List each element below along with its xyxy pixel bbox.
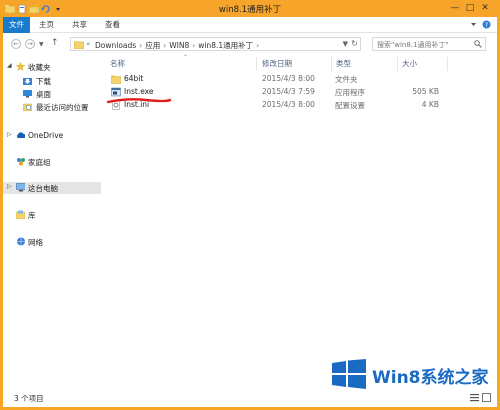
nav-downloads-label: 下载 [36, 77, 51, 86]
download-folder-icon [23, 78, 32, 85]
breadcrumb-downloads[interactable]: Downloads [95, 41, 136, 50]
file-size: 4 KB [421, 100, 439, 109]
navigation-bar: ← → ▼ ↑ « Downloads › 应用 › WIN8 › win8.1通用补丁 › … [3, 33, 497, 55]
tab-share[interactable]: 共享 [72, 17, 87, 33]
breadcrumb-current[interactable]: win8.1通用补丁 [198, 41, 253, 50]
computer-icon [16, 183, 25, 192]
library-icon [16, 210, 25, 219]
expand-icon[interactable]: ▷ [7, 131, 12, 138]
recent-locations-icon[interactable]: ▼ [39, 41, 44, 48]
file-type: 文件夹 [335, 75, 358, 84]
address-folder-icon [74, 41, 84, 49]
breadcrumb-separator-icon[interactable]: › [163, 41, 166, 50]
file-date: 2015/4/3 8:00 [262, 100, 315, 109]
nav-onedrive-label: OneDrive [28, 131, 64, 140]
nav-homegroup-label: 家庭组 [28, 158, 51, 167]
watermark: Win8系统之家 [330, 355, 500, 395]
ribbon-right-controls: ? [469, 20, 491, 29]
search-placeholder: 搜索"win8.1通用补丁" [377, 41, 449, 49]
desktop-icon [23, 90, 32, 98]
help-icon[interactable]: ? [482, 20, 491, 29]
windows-logo-icon [332, 359, 366, 389]
column-divider[interactable] [256, 57, 257, 71]
nav-homegroup[interactable]: 家庭组 [3, 156, 101, 168]
nav-onedrive[interactable]: ▷ OneDrive [3, 130, 101, 142]
nav-libraries[interactable]: 库 [3, 209, 101, 221]
search-icon[interactable] [474, 40, 482, 48]
breadcrumb-overflow-icon[interactable]: « [86, 40, 90, 48]
window-controls: — □ ✕ [449, 2, 491, 14]
file-date: 2015/4/3 7:59 [262, 87, 315, 96]
nav-this-pc-label: 这台电脑 [28, 184, 58, 193]
nav-downloads[interactable]: 下载 [3, 75, 101, 87]
breadcrumb-separator-icon[interactable]: › [256, 41, 259, 50]
column-header-name[interactable]: 名称 [110, 58, 125, 70]
file-date: 2015/4/3 8:00 [262, 74, 315, 83]
file-type: 应用程序 [335, 88, 365, 97]
nav-recent-places[interactable]: 最近访问的位置 [3, 101, 101, 113]
maximize-button[interactable]: □ [464, 2, 476, 14]
column-divider[interactable] [331, 57, 332, 71]
expand-icon[interactable]: ▷ [7, 183, 12, 190]
column-header-size[interactable]: 大小 [402, 58, 417, 70]
ribbon-tabs: 文件 主页 共享 查看 ? [3, 17, 497, 33]
file-type: 配置设置 [335, 101, 365, 110]
minimize-button[interactable]: — [449, 2, 461, 14]
explorer-window: win8.1通用补丁 — □ ✕ 文件 主页 共享 查看 ? ← → ▼ ↑ «… [0, 0, 500, 410]
nav-network-label: 网络 [28, 238, 43, 247]
refresh-icon[interactable]: ↻ [351, 39, 358, 48]
collapse-icon[interactable]: ◢ [7, 62, 12, 69]
back-button[interactable]: ← [11, 39, 21, 49]
title-bar: win8.1通用补丁 — □ ✕ [3, 0, 497, 17]
tab-view[interactable]: 查看 [105, 17, 120, 33]
red-underline-annotation [106, 98, 172, 104]
nav-recent-label: 最近访问的位置 [36, 103, 89, 112]
nav-network[interactable]: 网络 [3, 236, 101, 248]
nav-this-pc[interactable]: ▷ 这台电脑 [3, 182, 101, 194]
star-icon [16, 62, 25, 71]
expand-ribbon-icon[interactable] [469, 20, 478, 29]
breadcrumb: Downloads › 应用 › WIN8 › win8.1通用补丁 › [95, 40, 262, 51]
nav-desktop-label: 桌面 [36, 90, 51, 99]
file-name: Inst.exe [124, 87, 154, 96]
column-header-type[interactable]: 类型 [336, 58, 351, 70]
nav-desktop[interactable]: 桌面 [3, 88, 101, 100]
up-icon[interactable]: ↑ [51, 38, 59, 48]
folder-icon [111, 75, 121, 84]
address-bar[interactable]: « Downloads › 应用 › WIN8 › win8.1通用补丁 › ▼ ↻ [70, 37, 361, 51]
search-box[interactable]: 搜索"win8.1通用补丁" [372, 37, 486, 51]
file-row[interactable]: 64bit 2015/4/3 8:00 文件夹 [110, 73, 450, 85]
close-button[interactable]: ✕ [479, 2, 491, 14]
cloud-icon [16, 132, 25, 138]
nav-favorites-label: 收藏夹 [28, 63, 51, 72]
address-dropdown-icon[interactable]: ▼ [343, 40, 348, 48]
file-size: 505 KB [412, 87, 439, 96]
sort-arrow-icon: ⌃ [183, 54, 189, 61]
tab-file[interactable]: 文件 [3, 17, 30, 33]
window-body: win8.1通用补丁 — □ ✕ 文件 主页 共享 查看 ? ← → ▼ ↑ «… [3, 0, 497, 407]
column-header-date[interactable]: 修改日期 [262, 58, 292, 70]
breadcrumb-apps[interactable]: 应用 [145, 41, 160, 50]
column-divider[interactable] [447, 57, 448, 71]
exe-icon [111, 87, 121, 97]
breadcrumb-separator-icon[interactable]: › [139, 41, 142, 50]
forward-button[interactable]: → [25, 39, 35, 49]
recent-places-icon [23, 103, 32, 111]
svg-text:?: ? [485, 22, 488, 29]
breadcrumb-win8[interactable]: WIN8 [169, 41, 189, 50]
column-divider[interactable] [397, 57, 398, 71]
breadcrumb-separator-icon[interactable]: › [192, 41, 195, 50]
file-name: 64bit [124, 74, 144, 83]
nav-favorites[interactable]: ◢ 收藏夹 [3, 61, 101, 73]
network-icon [17, 237, 25, 246]
tab-home[interactable]: 主页 [39, 17, 54, 33]
homegroup-icon [17, 158, 25, 166]
watermark-text: Win8系统之家 [372, 368, 489, 388]
navigation-pane: ◢ 收藏夹 下载 桌面 最近访问的位置 ▷ OneDrive 家庭组 ▷ 这台电… [3, 57, 103, 389]
nav-libraries-label: 库 [28, 211, 36, 220]
item-count: 3 个项目 [14, 394, 44, 403]
window-title: win8.1通用补丁 [218, 5, 282, 15]
